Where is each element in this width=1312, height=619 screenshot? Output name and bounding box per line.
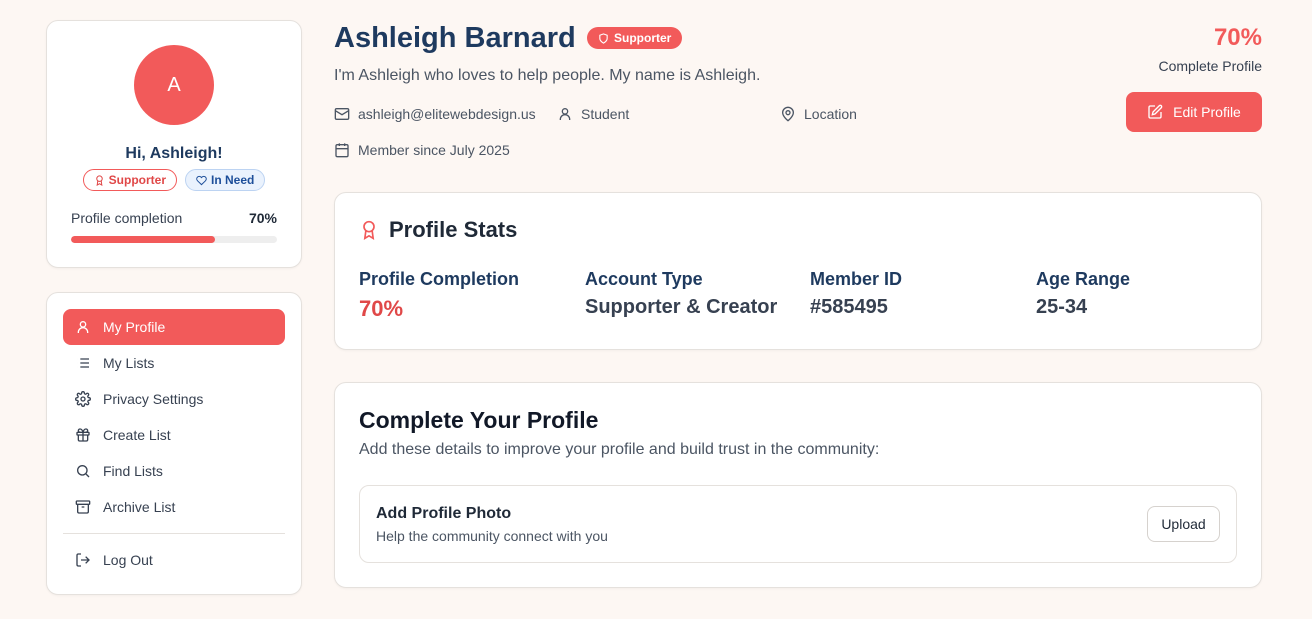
email-text: ashleigh@elitewebdesign.us [358,106,536,122]
completion-label: Profile completion [71,210,183,226]
role-text: Student [581,106,630,122]
profile-summary-card: A Hi, Ashleigh! Supporter In Need Profil… [46,20,302,268]
sidebar-item-my-lists[interactable]: My Lists [63,345,285,381]
profile-stats-title: Profile Stats [389,217,518,242]
search-icon [77,465,90,478]
sidebar-item-privacy-settings[interactable]: Privacy Settings [63,381,285,417]
sidebar-item-my-profile[interactable]: My Profile [63,309,285,345]
award-icon [95,174,103,186]
stat-account-type: Account Type Supporter & Creator [585,269,777,319]
complete-profile-card: Complete Your Profile Add these details … [334,382,1262,588]
greeting: Hi, Ashleigh! [125,145,223,162]
completion-progress-fill [71,236,216,243]
in-need-badge: In Need [185,169,266,191]
gear-icon [75,391,91,407]
stat-member-id: Member ID #585495 [810,269,902,319]
stat-profile-completion: Profile Completion 70% [359,269,519,322]
gift-icon [76,428,90,442]
sidebar-item-label: Create List [103,427,171,443]
upload-button[interactable]: Upload [1147,506,1220,542]
stat-value: 25-34 [1036,296,1088,318]
list-icon [77,358,89,368]
profile-bio: I'm Ashleigh who loves to help people. M… [334,67,761,84]
stat-label: Age Range [1036,269,1131,289]
complete-profile-subtitle: Add these details to improve your profil… [359,441,880,458]
stat-value: Supporter & Creator [585,296,778,318]
sidebar-nav: My Profile My Lists Privacy Settings Cre… [46,292,302,595]
sidebar-item-create-list[interactable]: Create List [63,417,285,453]
map-pin-icon [781,106,795,122]
sidebar-item-find-lists[interactable]: Find Lists [63,453,285,489]
page-title: Ashleigh Barnard [334,22,576,54]
sidebar-item-label: Find Lists [103,463,163,479]
supporter-badge: Supporter [82,169,177,191]
task-title: Add Profile Photo [376,505,512,522]
stat-value: 70% [359,296,404,321]
profile-stats-card: Profile Stats Profile Completion 70% Acc… [334,192,1262,350]
role-badges: Supporter In Need [47,169,301,191]
avatar: A [134,45,214,125]
member-since-text: Member since July 2025 [358,142,510,158]
header-badge-label: Supporter [614,31,672,45]
header-completion-label: Complete Profile [1158,58,1263,74]
user-icon [559,108,571,120]
task-subtitle: Help the community connect with you [376,528,608,544]
stat-age-range: Age Range 25-34 [1036,269,1130,319]
sidebar-item-label: My Lists [103,355,155,371]
sidebar-item-label: Privacy Settings [103,391,204,407]
header-completion-percent: 70% [1213,24,1262,51]
award-icon [363,220,375,240]
logout-icon [76,553,90,567]
stat-value: #585495 [810,296,888,318]
sidebar-item-label: Archive List [103,499,176,515]
archive-icon [75,500,91,514]
stat-label: Profile Completion [359,269,520,289]
email-meta: ashleigh@elitewebdesign.us [334,106,536,122]
completion-value: 70% [248,210,277,226]
edit-profile-button[interactable]: Edit Profile [1126,92,1262,132]
heart-icon [196,175,207,185]
logout-label: Log Out [103,552,153,568]
logout-button[interactable]: Log Out [63,542,285,578]
stat-label: Account Type [585,269,703,289]
mail-icon [334,108,350,120]
completion-progress-bar [71,236,277,243]
location-meta: Location [780,106,857,122]
stat-label: Member ID [810,269,903,289]
sidebar-item-label: My Profile [103,319,166,335]
complete-profile-title: Complete Your Profile [359,407,599,433]
location-text: Location [804,106,857,122]
role-meta: Student [557,106,629,122]
edit-profile-label: Edit Profile [1173,104,1241,120]
nav-divider [63,533,285,534]
edit-icon [1148,104,1163,119]
member-since-meta: Member since July 2025 [334,142,510,158]
user-icon [77,321,89,333]
shield-icon [599,32,608,44]
calendar-icon [335,143,349,158]
supporter-badge-label: Supporter [108,173,166,187]
profile-stats-heading: Profile Stats [359,217,517,243]
in-need-badge-label: In Need [211,173,255,187]
profile-task-add-photo: Add Profile Photo Help the community con… [359,485,1237,563]
sidebar-item-archive-list[interactable]: Archive List [63,489,285,525]
supporter-header-badge: Supporter [587,27,683,49]
